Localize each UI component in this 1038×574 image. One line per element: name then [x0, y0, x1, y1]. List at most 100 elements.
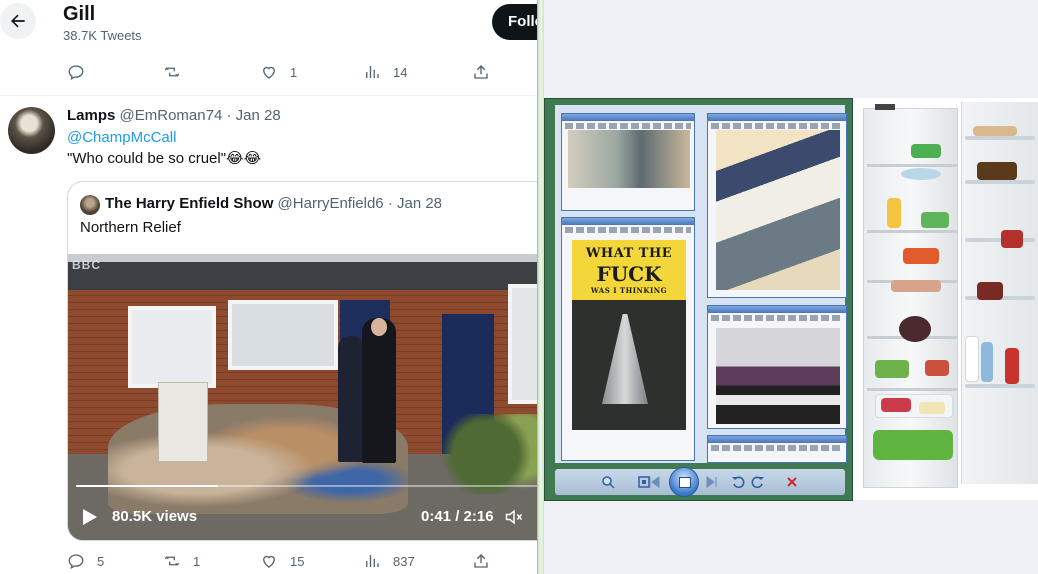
- tweet-count: 38.7K Tweets: [63, 28, 142, 43]
- fridge-shelf: [867, 230, 957, 233]
- retweet-button[interactable]: 1: [163, 552, 200, 570]
- panel-caption: [711, 445, 843, 451]
- share-button[interactable]: [472, 63, 490, 81]
- food-stack: [925, 360, 949, 376]
- quoted-tweet[interactable]: The Harry Enfield Show @HarryEnfield6 · …: [67, 181, 537, 541]
- bbc-logo: BBC: [72, 258, 101, 272]
- panel-caption: [711, 315, 843, 321]
- video-person: [362, 318, 396, 463]
- delete-icon[interactable]: [785, 475, 799, 489]
- food-juice: [887, 198, 901, 228]
- food-lettuce: [911, 144, 941, 158]
- food-jars: [977, 162, 1017, 180]
- like-button[interactable]: 1: [260, 63, 297, 81]
- door-shelf: [965, 238, 1035, 242]
- video-bush: [438, 414, 537, 494]
- food-peppers: [903, 248, 939, 264]
- heart-icon: [263, 555, 275, 568]
- avatar[interactable]: [8, 107, 55, 154]
- panel-titlebar: [708, 306, 846, 313]
- poster-panel: WHAT THE FUCK WAS I THINKING: [561, 217, 695, 461]
- fridge-photo: [853, 98, 1038, 500]
- food-vegetable-drawer: [873, 430, 953, 460]
- quote-date: · Jan 28: [387, 195, 443, 212]
- video-person-head: [371, 318, 387, 336]
- comic-panel: [561, 113, 695, 211]
- food-bowl: [901, 168, 941, 180]
- like-button[interactable]: 15: [260, 552, 304, 570]
- food-sauce: [1001, 230, 1023, 248]
- follow-button[interactable]: Follow: [492, 4, 537, 40]
- food-ketchup: [1005, 348, 1019, 384]
- zoom-icon[interactable]: [601, 475, 615, 489]
- video-time: 0:41 / 2:16: [421, 508, 494, 525]
- panel-image: [568, 130, 690, 188]
- tweet-text: "Who could be so cruel"😂😂: [67, 150, 262, 167]
- volume-icon[interactable]: [504, 507, 524, 527]
- view-count: 837: [393, 553, 415, 569]
- share-button[interactable]: [472, 552, 490, 570]
- retweet-icon: [164, 67, 180, 77]
- rotate-left-icon[interactable]: [731, 475, 745, 489]
- food-berries: [899, 316, 931, 342]
- video-fridge: [158, 382, 208, 462]
- views-button[interactable]: 837: [363, 552, 415, 570]
- panel-caption: [565, 227, 691, 233]
- comic-panel: [707, 435, 847, 463]
- video-window: [128, 306, 216, 388]
- video-progress-bar[interactable]: [76, 485, 537, 487]
- arrow-left-icon: [11, 14, 25, 28]
- video-window: [228, 300, 338, 370]
- viewer-image: WHAT THE FUCK WAS I THINKING: [555, 105, 847, 463]
- views-button[interactable]: 14: [363, 63, 407, 81]
- tweet-date[interactable]: · Jan 28: [226, 107, 280, 124]
- food-bottles: [977, 282, 1003, 300]
- viewer-toolbar: [555, 467, 845, 497]
- food-meat: [891, 280, 941, 292]
- window-splitter[interactable]: [537, 0, 544, 574]
- panel-image: [716, 328, 840, 424]
- author-handle[interactable]: @EmRoman74: [120, 107, 223, 124]
- panel-caption: [711, 123, 843, 129]
- poster-line2: FUCK: [596, 262, 662, 286]
- food-milk: [965, 336, 979, 382]
- rotate-right-icon[interactable]: [751, 475, 765, 489]
- like-count: 1: [290, 64, 298, 80]
- panel-image: [716, 130, 840, 290]
- retweet-button[interactable]: [163, 63, 193, 81]
- door-shelf: [965, 136, 1035, 140]
- quote-author-handle: @HarryEnfield6: [277, 195, 384, 212]
- share-icon: [474, 65, 488, 79]
- reply-button[interactable]: [67, 63, 97, 81]
- reply-icon: [68, 554, 84, 570]
- panel-titlebar: [562, 114, 694, 121]
- photo-viewer-window[interactable]: WHAT THE FUCK WAS I THINKING: [544, 98, 853, 501]
- video-window: [508, 284, 537, 404]
- author-name[interactable]: Lamps: [67, 107, 115, 124]
- video-views: 80.5K views: [112, 508, 198, 525]
- video-player[interactable]: BBC 80.5K views 0:41 / 2:16: [68, 254, 537, 540]
- quote-author-name: The Harry Enfield Show: [105, 195, 274, 212]
- comic-panel: [707, 305, 847, 429]
- heart-icon: [263, 66, 275, 79]
- poster-line3: WAS I THINKING: [590, 286, 668, 295]
- play-icon[interactable]: [82, 508, 98, 526]
- reply-button[interactable]: 5: [67, 552, 104, 570]
- back-button[interactable]: [0, 3, 36, 39]
- bar-chart-icon: [366, 66, 379, 78]
- food-eggs: [973, 126, 1017, 136]
- reply-count: 5: [97, 553, 105, 569]
- video-roof: [68, 262, 537, 292]
- panel-titlebar: [708, 436, 846, 443]
- previous-icon[interactable]: [647, 475, 661, 489]
- comic-panel: [707, 113, 847, 298]
- fridge-shelf: [867, 388, 957, 391]
- door-shelf: [965, 180, 1035, 184]
- panel-titlebar: [562, 218, 694, 225]
- bar-chart-icon: [366, 555, 379, 567]
- poster-line1: WHAT THE: [585, 246, 673, 261]
- mention-link[interactable]: @ChampMcCall: [67, 129, 176, 146]
- slideshow-button[interactable]: [669, 467, 699, 497]
- next-icon[interactable]: [705, 475, 719, 489]
- food-cheese: [919, 402, 945, 414]
